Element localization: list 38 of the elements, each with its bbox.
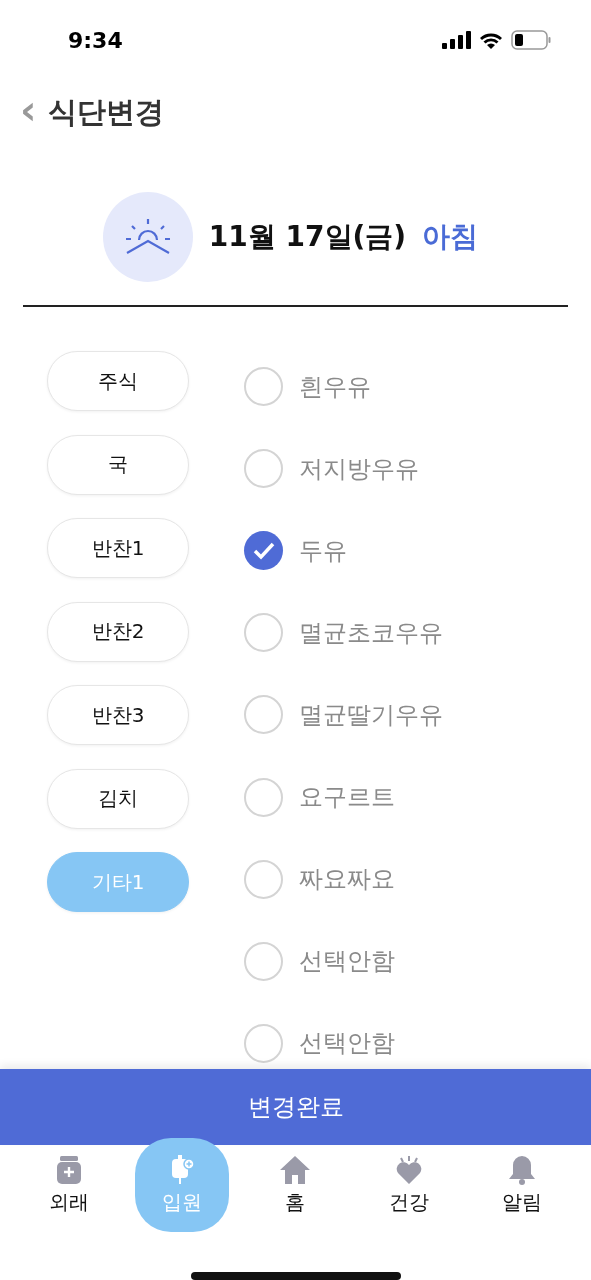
wifi-icon xyxy=(479,31,503,49)
category-button[interactable]: 반찬3 xyxy=(47,685,189,745)
radio-button[interactable] xyxy=(244,1023,283,1063)
option-label: 두유 xyxy=(299,535,347,567)
option-label: 짜요짜요 xyxy=(299,864,395,896)
category-button[interactable]: 주식 xyxy=(47,351,189,411)
bell-icon xyxy=(508,1154,537,1185)
option-label: 요구르트 xyxy=(299,782,395,814)
option-label: 멸균초코우유 xyxy=(299,617,443,649)
category-button[interactable]: 반찬1 xyxy=(47,518,189,578)
radio-button[interactable] xyxy=(244,695,283,735)
radio-button[interactable] xyxy=(244,449,283,489)
option-label: 흰우유 xyxy=(299,371,371,403)
radio-button[interactable] xyxy=(244,777,283,817)
home-icon xyxy=(279,1154,312,1185)
radio-button[interactable] xyxy=(244,941,283,981)
battery-icon xyxy=(511,30,551,50)
option-label: 선택안함 xyxy=(299,1028,395,1060)
signal-icon xyxy=(442,31,471,49)
radio-button[interactable] xyxy=(244,531,283,571)
category-button[interactable]: 김치 xyxy=(47,768,189,829)
category-button[interactable]: 반찬2 xyxy=(47,601,189,662)
radio-button[interactable] xyxy=(244,613,283,653)
meal-date: 11월 17일(금) xyxy=(208,219,407,255)
radio-button[interactable] xyxy=(244,859,283,899)
radio-button[interactable] xyxy=(244,367,283,407)
meal-period: 아침 xyxy=(422,219,479,255)
medicine-jar-icon xyxy=(55,1154,82,1185)
option-label: 멸균딸기우유 xyxy=(299,700,443,731)
sunrise-icon xyxy=(124,218,171,256)
check-icon xyxy=(252,541,275,560)
option-label: 저지방우유 xyxy=(299,453,419,485)
status-time: 9:34 xyxy=(68,27,123,53)
submit-button[interactable]: 변경완료 xyxy=(0,1069,591,1145)
heart-icon xyxy=(394,1154,423,1185)
option-label: 선택안함 xyxy=(299,946,395,978)
page-title: 식단변경 xyxy=(48,94,165,131)
category-button[interactable]: 국 xyxy=(47,434,189,495)
